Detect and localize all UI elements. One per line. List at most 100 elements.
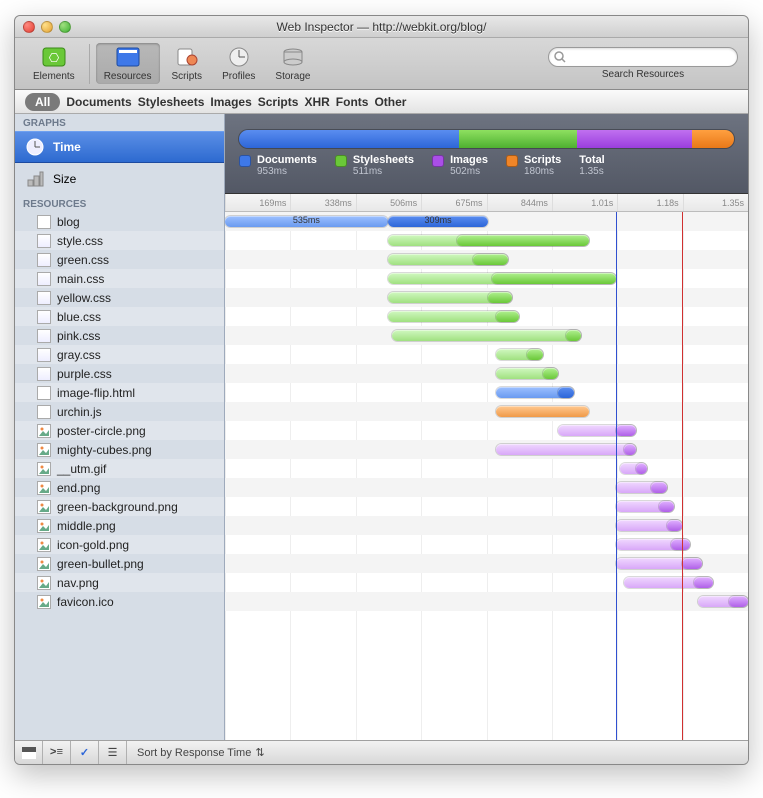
summary-legend: Documents953msStylesheets511msImages502m…	[239, 154, 734, 177]
resource-item[interactable]: icon-gold.png	[15, 535, 224, 554]
legend-label: Stylesheets	[353, 154, 414, 166]
console-toggle-button[interactable]	[15, 741, 43, 765]
legend-value: 502ms	[450, 166, 488, 177]
resource-item[interactable]: green-background.png	[15, 497, 224, 516]
timeline-row	[225, 288, 748, 307]
scope-item-stylesheets[interactable]: Stylesheets	[138, 95, 205, 109]
resource-item[interactable]: green.css	[15, 250, 224, 269]
timeline-bar[interactable]	[566, 330, 581, 341]
toolbar-resources[interactable]: Resources	[96, 43, 160, 84]
scope-item-all[interactable]: All	[25, 93, 60, 111]
legend-stylesheets: Stylesheets511ms	[335, 154, 414, 177]
resources-header: RESOURCES	[15, 195, 224, 212]
minimize-icon[interactable]	[41, 21, 53, 33]
toolbar-storage[interactable]: Storage	[267, 43, 318, 84]
timeline-bar[interactable]	[636, 463, 648, 474]
search-input[interactable]	[548, 47, 738, 67]
timeline-bar[interactable]	[496, 444, 635, 455]
css-file-icon	[37, 234, 51, 248]
timeline-bar[interactable]	[392, 330, 582, 341]
timeline-bar[interactable]	[624, 444, 636, 455]
list-button[interactable]: ☰	[99, 741, 127, 765]
resource-item[interactable]: main.css	[15, 269, 224, 288]
summary-segment-bar	[239, 130, 734, 148]
graph-item-size[interactable]: Size	[15, 163, 224, 195]
resource-item[interactable]: nav.png	[15, 573, 224, 592]
zoom-icon[interactable]	[59, 21, 71, 33]
resource-item[interactable]: poster-circle.png	[15, 421, 224, 440]
resource-item[interactable]: middle.png	[15, 516, 224, 535]
timeline-bar[interactable]	[527, 349, 542, 360]
img-file-icon	[37, 462, 51, 476]
bar-label: 309ms	[425, 215, 452, 225]
sort-dropdown[interactable]: Sort by Response Time ⇅	[127, 746, 275, 759]
resource-item[interactable]: purple.css	[15, 364, 224, 383]
resource-item[interactable]: mighty-cubes.png	[15, 440, 224, 459]
ruler-cell: 169ms	[225, 194, 290, 211]
resource-item[interactable]: end.png	[15, 478, 224, 497]
timeline-row	[225, 459, 748, 478]
timeline-bar[interactable]	[659, 501, 674, 512]
timeline-bar[interactable]	[694, 577, 713, 588]
timeline-row	[225, 554, 748, 573]
timeline-bar[interactable]	[488, 292, 511, 303]
resource-name: yellow.css	[57, 291, 111, 305]
resource-item[interactable]: green-bullet.png	[15, 554, 224, 573]
scope-item-fonts[interactable]: Fonts	[336, 95, 369, 109]
prompt-button[interactable]: >≡	[43, 741, 71, 765]
resource-item[interactable]: blog	[15, 212, 224, 231]
toolbar-elements[interactable]: ⎔ Elements	[25, 43, 83, 84]
legend-label: Documents	[257, 154, 317, 166]
graph-item-time[interactable]: Time	[15, 131, 224, 163]
timeline-bar[interactable]	[671, 539, 690, 550]
timeline-bar[interactable]	[457, 235, 589, 246]
timeline-bar[interactable]	[543, 368, 558, 379]
resource-item[interactable]: image-flip.html	[15, 383, 224, 402]
scope-item-scripts[interactable]: Scripts	[258, 95, 299, 109]
resource-item[interactable]: __utm.gif	[15, 459, 224, 478]
timeline-bar[interactable]	[616, 425, 635, 436]
scope-item-images[interactable]: Images	[210, 95, 251, 109]
timeline-bar[interactable]: 309ms	[388, 216, 489, 227]
timeline-bar[interactable]	[667, 520, 682, 531]
resource-list[interactable]: blogstyle.cssgreen.cssmain.css yellow.css…	[15, 212, 224, 740]
toolbar-separator	[89, 44, 90, 84]
segment-stylesheets	[459, 130, 577, 148]
timeline-row	[225, 516, 748, 535]
ruler-cell: 675ms	[421, 194, 486, 211]
toolbar-label: Profiles	[222, 71, 255, 82]
resource-item[interactable]: favicon.ico	[15, 592, 224, 611]
scope-item-xhr[interactable]: XHR	[304, 95, 329, 109]
timeline-bar[interactable]	[496, 406, 589, 417]
resource-item[interactable]: gray.css	[15, 345, 224, 364]
timeline-bar[interactable]	[682, 558, 701, 569]
toolbar-profiles[interactable]: Profiles	[214, 43, 263, 84]
timeline-bar[interactable]	[651, 482, 666, 493]
check-button[interactable]: ✓	[71, 741, 99, 765]
timeline-bar[interactable]	[729, 596, 748, 607]
timeline-row	[225, 535, 748, 554]
resource-item[interactable]: pink.css	[15, 326, 224, 345]
resource-item[interactable]: style.css	[15, 231, 224, 250]
scope-item-other[interactable]: Other	[374, 95, 406, 109]
timeline-bar[interactable]	[496, 311, 519, 322]
storage-icon	[279, 45, 307, 69]
resource-item[interactable]: blue.css	[15, 307, 224, 326]
timeline-bar[interactable]	[492, 273, 616, 284]
scope-item-documents[interactable]: Documents	[66, 95, 131, 109]
main-panel: Documents953msStylesheets511msImages502m…	[225, 114, 748, 740]
bottom-bar: >≡ ✓ ☰ Sort by Response Time ⇅	[15, 740, 748, 764]
legend-swatch	[506, 155, 518, 167]
timeline-bar[interactable]: 535ms	[225, 216, 388, 227]
timeline-bar[interactable]	[473, 254, 508, 265]
close-icon[interactable]	[23, 21, 35, 33]
resource-name: purple.css	[57, 367, 112, 381]
graphs-header: GRAPHS	[15, 114, 224, 131]
resource-item[interactable]: yellow.css	[15, 288, 224, 307]
toolbar-scripts[interactable]: Scripts	[164, 43, 211, 84]
resource-item[interactable]: urchin.js	[15, 402, 224, 421]
time-ruler: 169ms338ms506ms675ms844ms1.01s1.18s1.35s	[225, 194, 748, 212]
svg-text:⎔: ⎔	[49, 51, 60, 65]
timeline-bar[interactable]	[558, 387, 573, 398]
timeline[interactable]: 535ms 309ms	[225, 212, 748, 740]
